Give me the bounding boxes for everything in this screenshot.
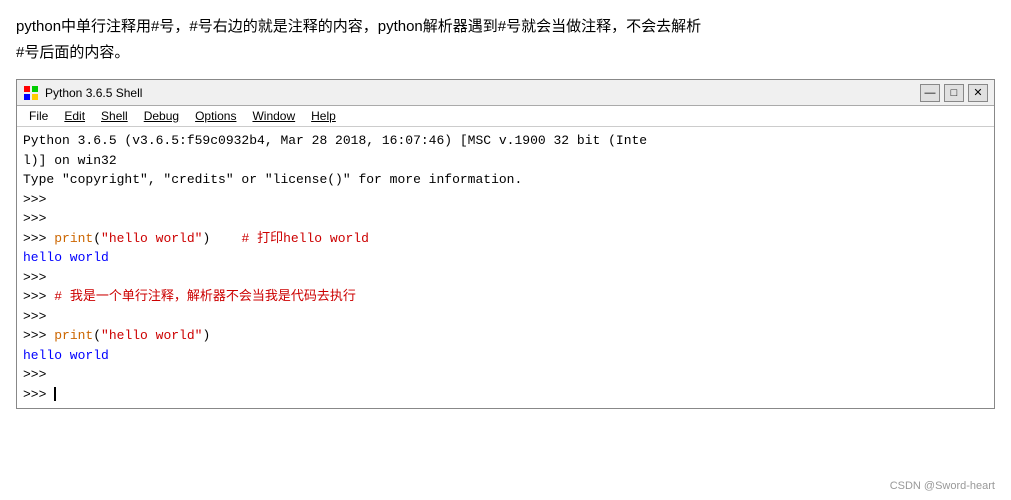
output-line-1: hello world: [23, 248, 988, 268]
prompt-5: >>>: [23, 365, 988, 385]
top-description: python中单行注释用#号，#号右边的就是注释的内容，python解析器遇到#…: [0, 0, 1011, 75]
description-line1: python中单行注释用#号，#号右边的就是注释的内容，python解析器遇到#…: [16, 18, 701, 35]
prompt-2: >>>: [23, 209, 988, 229]
prompt-4: >>>: [23, 307, 988, 327]
menu-file[interactable]: File: [21, 108, 56, 124]
description-line2: #号后面的内容。: [16, 44, 129, 61]
menu-shell[interactable]: Shell: [93, 108, 136, 124]
prompt-3: >>>: [23, 268, 988, 288]
menu-window[interactable]: Window: [244, 108, 303, 124]
info-line: Type "copyright", "credits" or "license(…: [23, 170, 988, 190]
menu-edit[interactable]: Edit: [56, 108, 93, 124]
minimize-button[interactable]: —: [920, 84, 940, 102]
output-line-2: hello world: [23, 346, 988, 366]
window-icon: [23, 85, 39, 101]
shell-content: Python 3.6.5 (v3.6.5:f59c0932b4, Mar 28 …: [17, 127, 994, 408]
version-line2: l)] on win32: [23, 151, 988, 171]
window-title: Python 3.6.5 Shell: [45, 86, 142, 100]
watermark: CSDN @Sword-heart: [890, 480, 995, 492]
maximize-button[interactable]: □: [944, 84, 964, 102]
close-button[interactable]: ✕: [968, 84, 988, 102]
code-line-2: >>> print("hello world"): [23, 326, 988, 346]
code-line-1: >>> print("hello world") # 打印hello world: [23, 229, 988, 249]
title-bar: Python 3.6.5 Shell — □ ✕: [17, 80, 994, 106]
comment-line: >>> # 我是一个单行注释，解析器不会当我是代码去执行: [23, 287, 988, 307]
prompt-1: >>>: [23, 190, 988, 210]
cursor-line[interactable]: >>>: [23, 385, 988, 405]
menu-help[interactable]: Help: [303, 108, 344, 124]
version-line1: Python 3.6.5 (v3.6.5:f59c0932b4, Mar 28 …: [23, 131, 988, 151]
menu-debug[interactable]: Debug: [136, 108, 187, 124]
python-shell-window: Python 3.6.5 Shell — □ ✕ File Edit Shell…: [16, 79, 995, 409]
menu-options[interactable]: Options: [187, 108, 244, 124]
menu-bar: File Edit Shell Debug Options Window Hel…: [17, 106, 994, 127]
cursor-blink: [54, 387, 56, 401]
